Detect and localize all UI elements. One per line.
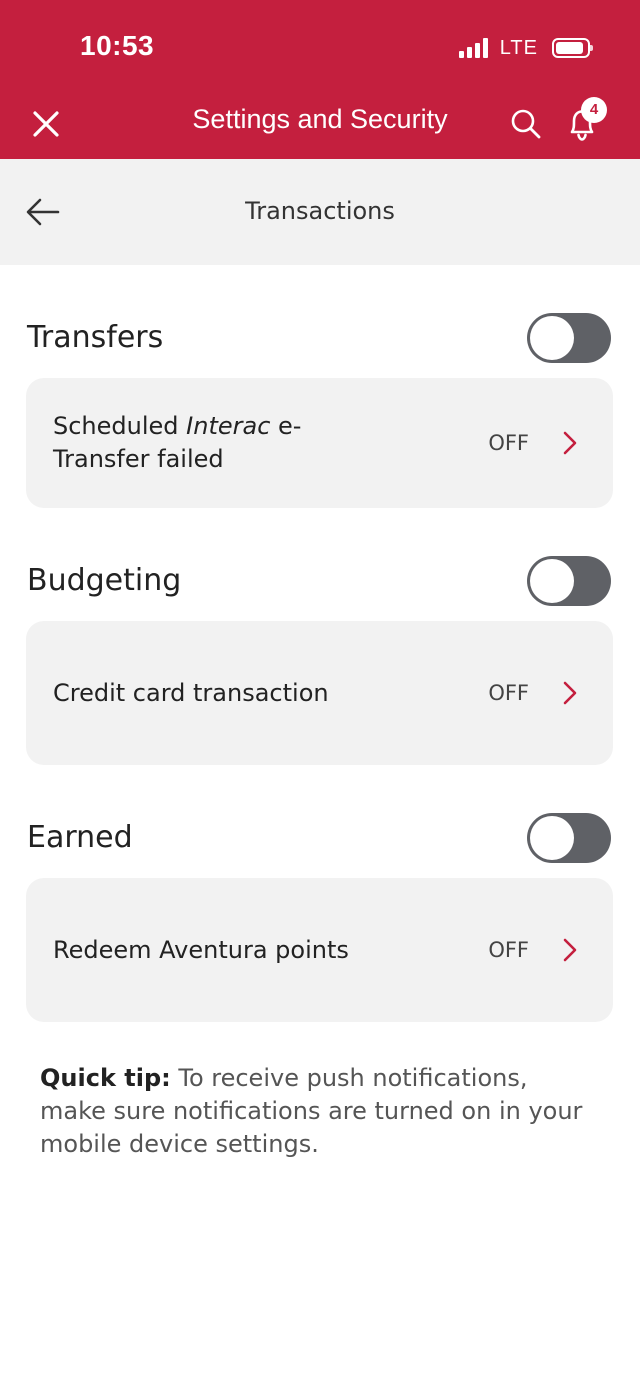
status-indicators: LTE xyxy=(458,34,593,62)
network-label: LTE xyxy=(499,36,538,59)
quick-tip: Quick tip: To receive push notifications… xyxy=(40,1062,600,1161)
item-status: OFF xyxy=(488,431,529,455)
notification-badge: 4 xyxy=(581,97,607,123)
toggle-knob xyxy=(530,316,574,360)
notification-item-redeem-aventura[interactable]: Redeem Aventura points OFF xyxy=(26,878,613,1022)
subheader-title: Transactions xyxy=(245,197,395,225)
chevron-right-icon xyxy=(563,431,577,455)
section-title-transfers: Transfers xyxy=(27,320,164,355)
battery-icon xyxy=(552,38,593,58)
item-label: Redeem Aventura points xyxy=(53,936,349,964)
app-header: 10:53 LTE xyxy=(0,0,640,159)
item-status: OFF xyxy=(488,681,529,705)
section-title-budgeting: Budgeting xyxy=(27,563,182,598)
page-title: Settings and Security xyxy=(192,104,448,134)
transfers-toggle[interactable] xyxy=(527,313,611,363)
section-title-earned: Earned xyxy=(27,820,133,855)
item-label: Credit card transaction xyxy=(53,679,329,707)
item-status: OFF xyxy=(488,938,529,962)
chevron-right-icon xyxy=(563,938,577,962)
item-label: Scheduled Interac e-Transfer failed xyxy=(53,412,302,473)
notification-item-credit-card[interactable]: Credit card transaction OFF xyxy=(26,621,613,765)
toggle-knob xyxy=(530,816,574,860)
toggle-knob xyxy=(530,559,574,603)
search-button[interactable] xyxy=(508,106,544,142)
earned-toggle[interactable] xyxy=(527,813,611,863)
chevron-right-icon xyxy=(563,681,577,705)
notification-item-interac-failed[interactable]: Scheduled Interac e-Transfer failed OFF xyxy=(26,378,613,508)
budgeting-toggle[interactable] xyxy=(527,556,611,606)
quick-tip-label: Quick tip: xyxy=(40,1064,171,1092)
search-icon xyxy=(511,109,541,139)
signal-icon xyxy=(458,38,488,58)
status-time: 10:53 xyxy=(80,30,155,61)
